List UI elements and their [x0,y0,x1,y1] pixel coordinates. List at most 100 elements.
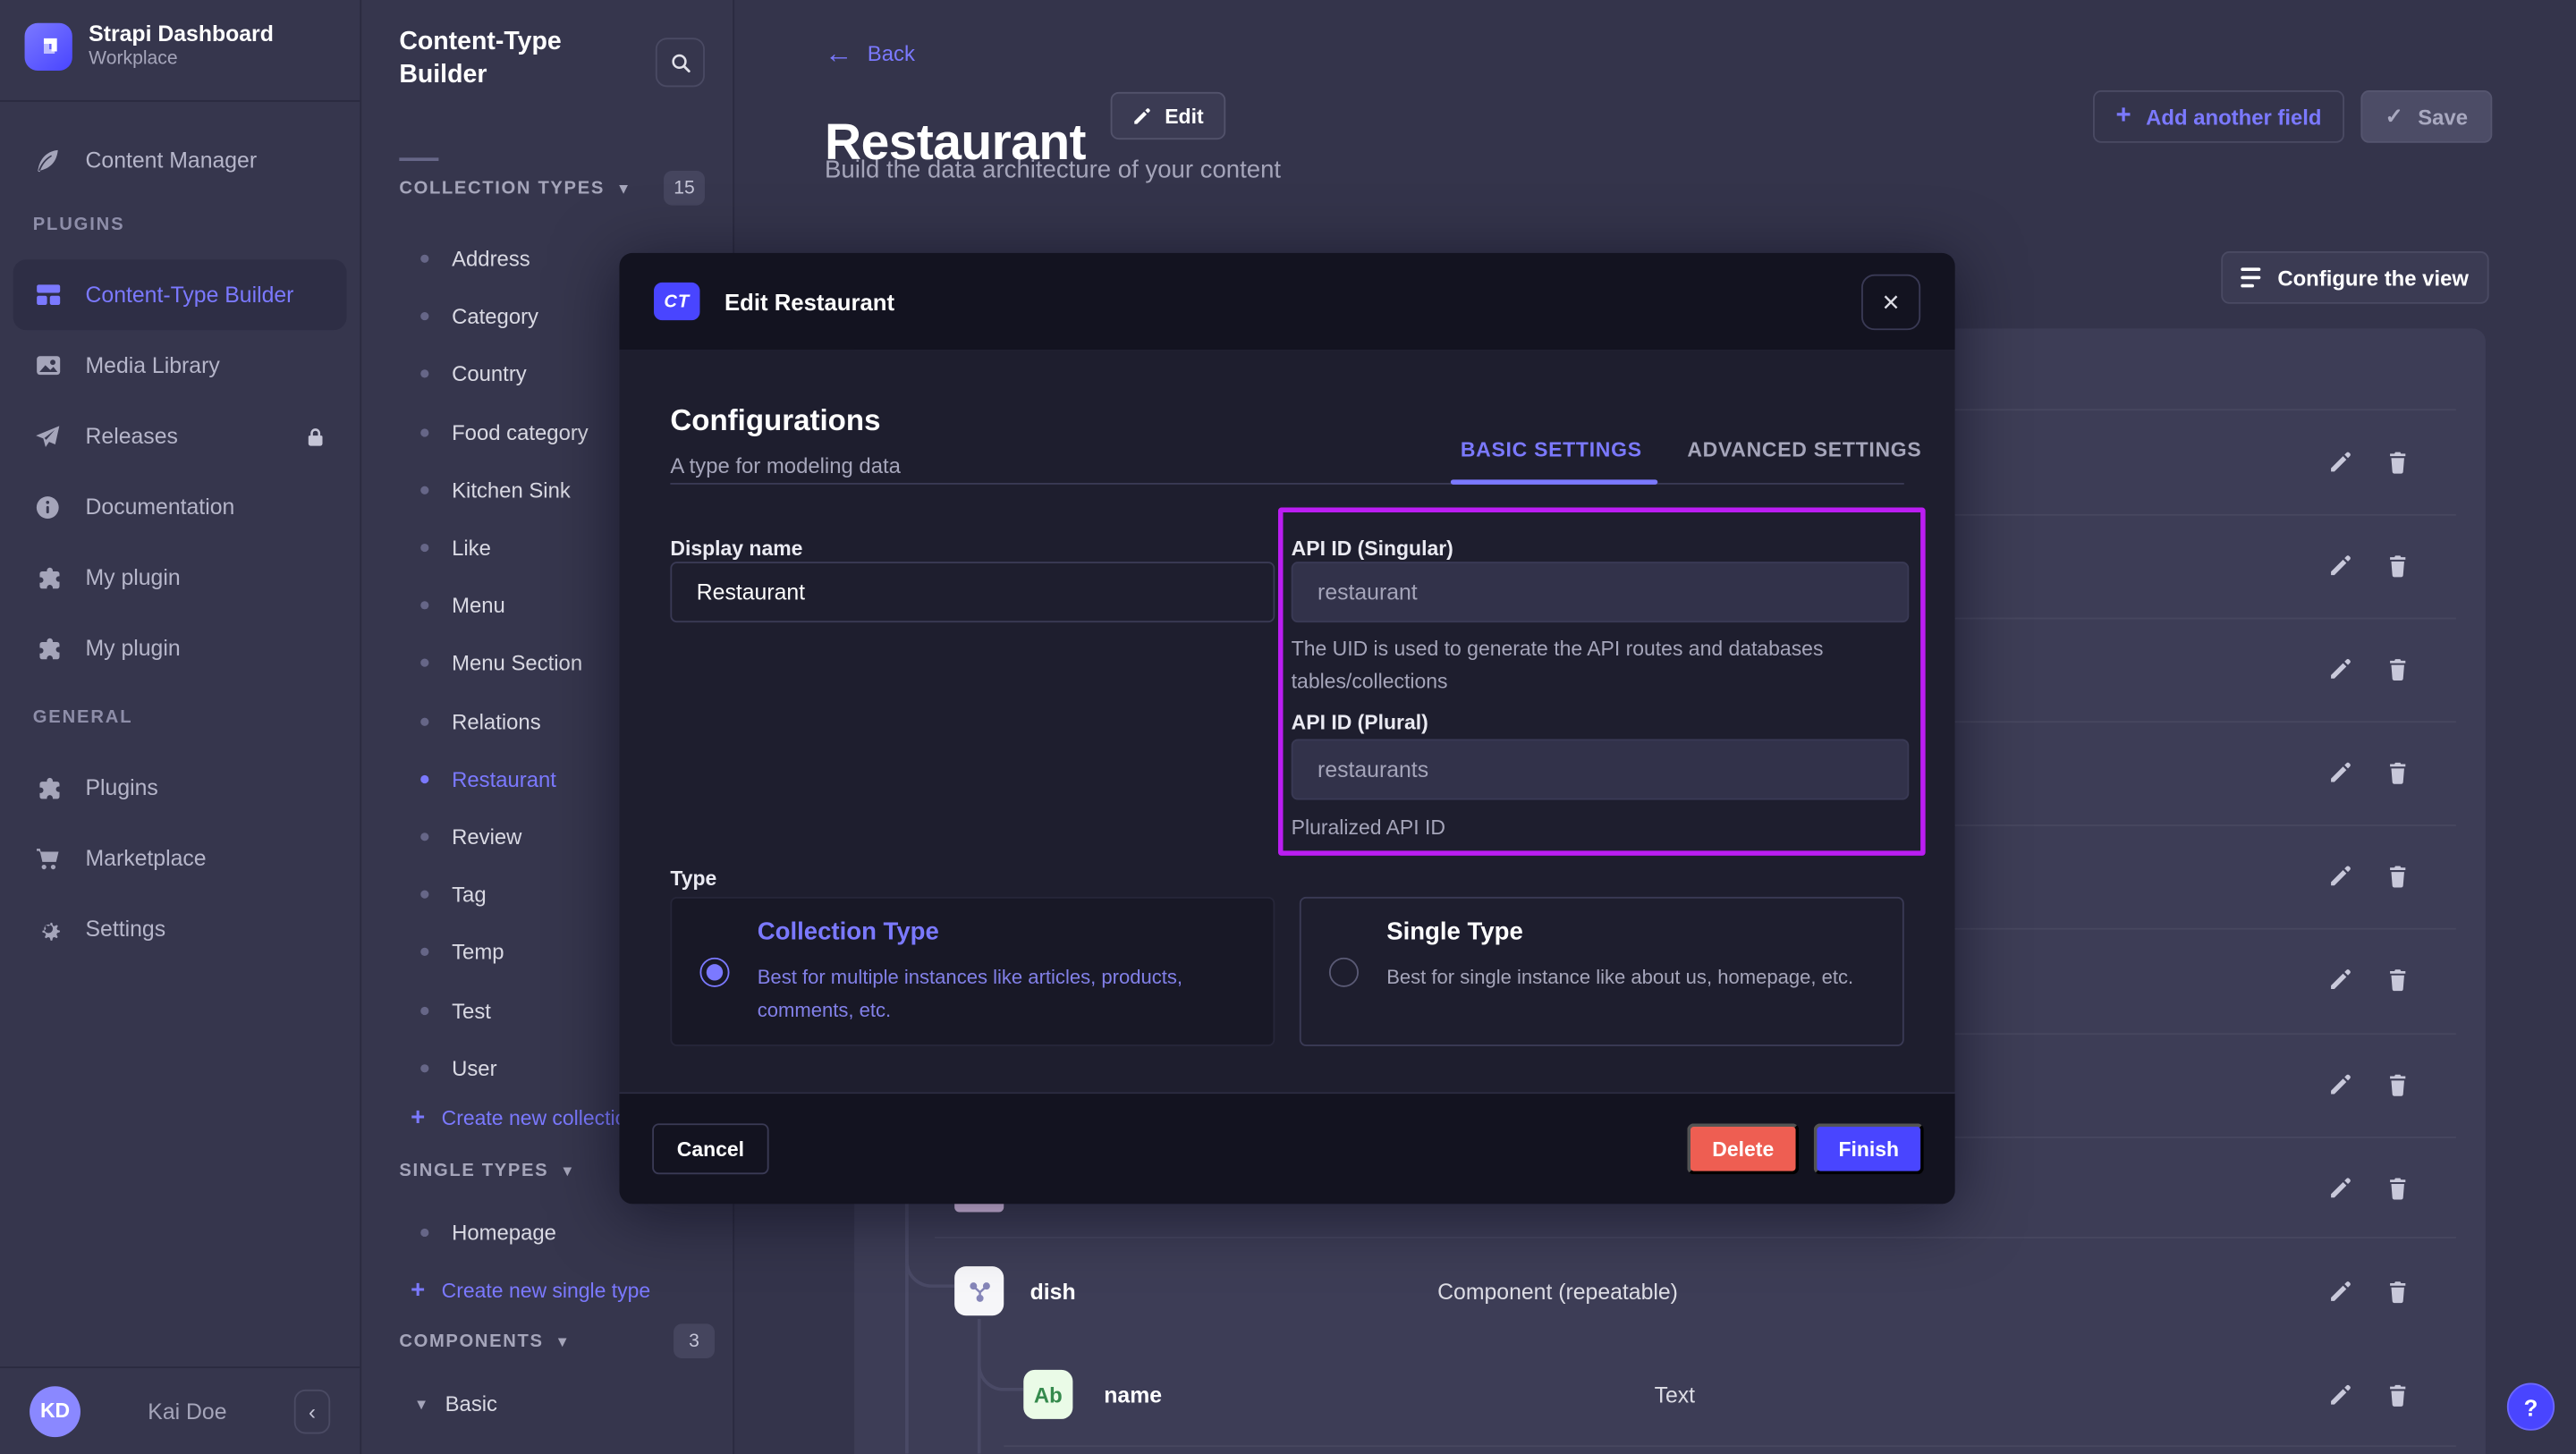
sidebar-item-content-manager[interactable]: Content Manager [13,125,347,196]
edit-field-icon[interactable] [2326,1071,2352,1097]
field-type: Component (repeatable) [1437,1280,1678,1305]
single-type-item-homepage[interactable]: Homepage [420,1221,556,1246]
single-type-card[interactable]: Single Type Best for single instance lik… [1300,897,1904,1046]
sidebar-item-label: My plugin [86,565,181,590]
active-tab-underline [1451,479,1657,485]
create-single-type-link[interactable]: +Create new single type [411,1276,650,1304]
delete-field-icon[interactable] [2384,759,2410,785]
add-another-field-button[interactable]: + Add another field [2093,90,2344,143]
sidebar-item-settings[interactable]: Settings [13,893,347,964]
close-button[interactable]: × [1861,274,1920,329]
cancel-button[interactable]: Cancel [652,1123,768,1174]
save-button[interactable]: ✓ Save [2360,90,2492,143]
delete-button[interactable]: Delete [1687,1123,1799,1174]
edit-field-icon[interactable] [2326,1174,2352,1200]
bullet-icon [420,486,428,494]
api-id-plural-help: Pluralized API ID [1292,811,1445,844]
sidebar-item-my-plugin-2[interactable]: My plugin [13,613,347,683]
puzzle-icon [33,633,63,663]
single-types-header[interactable]: SINGLE TYPES▼ [399,1162,576,1181]
row-actions [2326,1278,2411,1304]
sidebar-item-releases[interactable]: Releases [13,401,347,471]
configure-view-button[interactable]: Configure the view [2221,251,2488,304]
back-link[interactable]: ← Back [825,39,915,67]
tree-connector [978,1319,1023,1391]
cart-icon [33,843,63,873]
delete-field-icon[interactable] [2384,966,2410,992]
edit-field-icon[interactable] [2326,862,2352,888]
edit-field-icon[interactable] [2326,1382,2352,1408]
delete-field-icon[interactable] [2384,1071,2410,1097]
collapse-sidebar-button[interactable]: ‹ [294,1389,330,1433]
edit-field-icon[interactable] [2326,759,2352,785]
feather-icon [33,146,63,175]
bullet-icon [420,833,428,841]
nav-section-general: GENERAL [33,708,133,728]
delete-field-icon[interactable] [2384,552,2410,578]
sidebar-item-marketplace[interactable]: Marketplace [13,823,347,893]
sidebar-item-my-plugin-1[interactable]: My plugin [13,542,347,613]
finish-button[interactable]: Finish [1814,1123,1924,1174]
bullet-icon [420,602,428,610]
tab-advanced-settings[interactable]: ADVANCED SETTINGS [1687,438,1921,461]
workspace-name: Workplace [89,47,274,71]
radio-selected-icon[interactable] [699,958,729,987]
row-actions [2326,862,2411,888]
puzzle-icon [33,773,63,802]
delete-field-icon[interactable] [2384,1174,2410,1200]
delete-field-icon[interactable] [2384,448,2410,474]
nav-section-plugins: PLUGINS [33,216,125,235]
search-button[interactable] [656,38,705,87]
bullet-icon [420,948,428,956]
api-id-singular-help: The UID is used to generate the API rout… [1292,632,1902,697]
page-subtitle: Build the data architecture of your cont… [825,156,1281,183]
help-button[interactable]: ? [2507,1383,2555,1431]
delete-field-icon[interactable] [2384,1382,2410,1408]
delete-field-icon[interactable] [2384,655,2410,681]
sidebar-item-plugins[interactable]: Plugins [13,752,347,823]
filter-lines-icon [2241,267,2261,288]
avatar[interactable]: KD [30,1385,80,1436]
edit-field-icon[interactable] [2326,448,2352,474]
modal-title: Edit Restaurant [724,288,894,314]
sidebar-item-content-type-builder[interactable]: Content-Type Builder [13,259,347,330]
lock-icon [304,425,327,448]
search-icon [669,52,691,73]
collection-types-header[interactable]: COLLECTION TYPES▼ [399,179,632,199]
edit-button[interactable]: Edit [1111,92,1225,139]
workspace-switcher[interactable]: Strapi Dashboard Workplace [25,21,274,71]
modal-footer: Cancel Delete Finish [619,1092,1954,1204]
display-name-input[interactable] [670,562,1275,622]
tab-basic-settings[interactable]: BASIC SETTINGS [1461,438,1642,461]
collection-type-card[interactable]: Collection Type Best for multiple instan… [670,897,1275,1046]
delete-field-icon[interactable] [2384,1278,2410,1304]
delete-field-icon[interactable] [2384,862,2410,888]
plus-icon: + [411,1276,425,1304]
plus-icon: + [2115,102,2131,131]
bullet-icon [420,1229,428,1237]
sidebar-item-label: Marketplace [86,846,207,871]
type-label: Type [670,867,716,891]
radio-unselected-icon[interactable] [1329,958,1359,987]
configurations-subheading: A type for modeling data [670,453,901,478]
image-icon [33,351,63,380]
sidebar-item-documentation[interactable]: Documentation [13,471,347,542]
main-sidebar: Strapi Dashboard Workplace Content Manag… [0,0,361,1454]
edit-field-icon[interactable] [2326,1278,2352,1304]
sidebar-item-label: Content Manager [86,148,258,173]
sidebar-item-label: Documentation [86,495,235,520]
bullet-icon [420,1006,428,1014]
row-actions [2326,552,2411,578]
bullet-icon [420,775,428,783]
edit-field-icon[interactable] [2326,552,2352,578]
sidebar-item-label: Settings [86,917,166,942]
component-category-basic[interactable]: ▼Basic [414,1391,497,1416]
sidebar-item-media-library[interactable]: Media Library [13,330,347,401]
api-id-plural-input[interactable] [1292,740,1910,800]
edit-field-icon[interactable] [2326,655,2352,681]
collection-type-desc: Best for multiple instances like article… [758,960,1260,1026]
chevron-down-icon: ▼ [414,1395,428,1411]
edit-field-icon[interactable] [2326,966,2352,992]
components-header[interactable]: COMPONENTS▼ [399,1332,571,1352]
api-id-singular-input[interactable] [1292,562,1910,622]
